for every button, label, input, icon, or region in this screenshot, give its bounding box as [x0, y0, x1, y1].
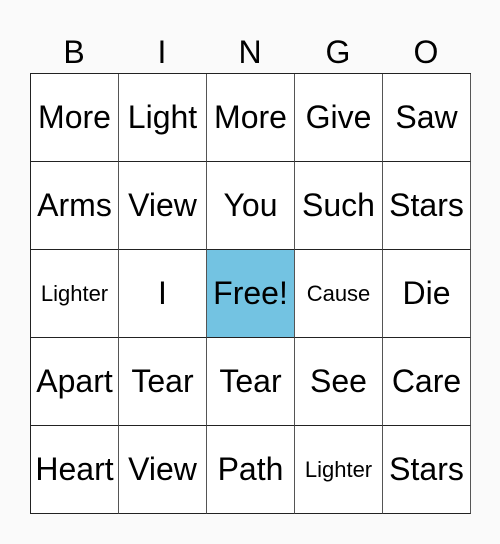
bingo-cell[interactable]: Path: [207, 426, 295, 514]
bingo-cell[interactable]: You: [207, 162, 295, 250]
bingo-cell[interactable]: More: [207, 74, 295, 162]
bingo-cell[interactable]: More: [31, 74, 119, 162]
bingo-cell[interactable]: Care: [383, 338, 471, 426]
bingo-cell[interactable]: Die: [383, 250, 471, 338]
bingo-cell[interactable]: View: [119, 426, 207, 514]
header-letter-n: N: [238, 34, 262, 70]
bingo-cell[interactable]: Saw: [383, 74, 471, 162]
header-letter-g: G: [325, 34, 351, 70]
bingo-header: B I N G O: [30, 30, 470, 70]
bingo-cell[interactable]: View: [119, 162, 207, 250]
bingo-cell[interactable]: Heart: [31, 426, 119, 514]
free-space-cell[interactable]: Free!: [207, 250, 295, 338]
header-letter-o: O: [413, 34, 439, 70]
bingo-cell[interactable]: Stars: [383, 426, 471, 514]
bingo-cell[interactable]: Apart: [31, 338, 119, 426]
bingo-cell[interactable]: Such: [295, 162, 383, 250]
bingo-cell[interactable]: Arms: [31, 162, 119, 250]
bingo-cell[interactable]: Give: [295, 74, 383, 162]
bingo-cell[interactable]: Tear: [119, 338, 207, 426]
bingo-cell[interactable]: See: [295, 338, 383, 426]
header-letter-i: I: [157, 34, 167, 70]
bingo-cell[interactable]: Tear: [207, 338, 295, 426]
header-letter-b: B: [63, 34, 85, 70]
bingo-cell[interactable]: I: [119, 250, 207, 338]
bingo-cell[interactable]: Stars: [383, 162, 471, 250]
bingo-cell[interactable]: Lighter: [31, 250, 119, 338]
bingo-cell[interactable]: Lighter: [295, 426, 383, 514]
bingo-cell[interactable]: Cause: [295, 250, 383, 338]
bingo-cell[interactable]: Light: [119, 74, 207, 162]
bingo-grid: More Light More Give Saw Arms View You S…: [30, 73, 471, 514]
